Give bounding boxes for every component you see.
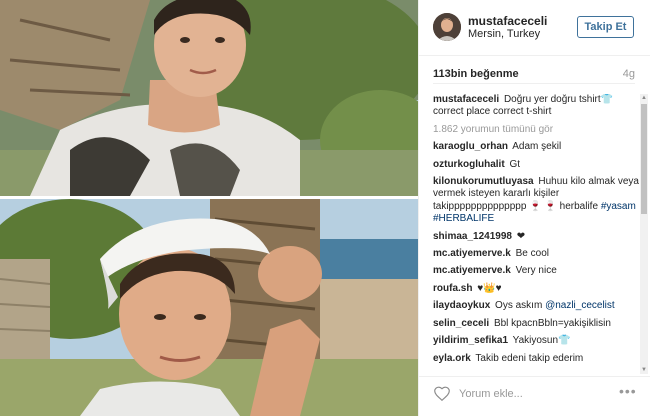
mention-link[interactable]: @nazli_cecelist xyxy=(545,300,615,311)
comment-username[interactable]: selin_ceceli xyxy=(433,318,489,329)
comment-username[interactable]: yildirim_sefika1 xyxy=(433,335,508,346)
post-time[interactable]: 4g xyxy=(623,68,635,80)
comment-username[interactable]: eyla.ork xyxy=(433,353,471,364)
likes-count[interactable]: 113bin beğenme xyxy=(433,68,519,80)
comment-text: Adam şekil xyxy=(512,141,562,153)
comment-text: Takib edeni takip ederim xyxy=(475,352,584,364)
post-side-panel: mustafaceceli Mersin, Turkey Takip Et 11… xyxy=(418,0,650,416)
comment-username[interactable]: mc.atiyemerve.k xyxy=(433,248,511,259)
avatar[interactable] xyxy=(433,13,461,41)
comment-text: Gt xyxy=(509,158,521,170)
list-item: eyla.ork Takib edeni takip ederim xyxy=(433,353,641,365)
comment-text: Bbl kpacnBbln=yakişiklisin xyxy=(493,317,611,329)
list-item: ozturkogluhalit Gt xyxy=(433,159,641,171)
comment-username[interactable]: ilaydaoykux xyxy=(433,300,490,311)
comment-username[interactable]: karaoglu_orhan xyxy=(433,141,508,152)
scroll-down-arrow-icon[interactable]: ▼ xyxy=(640,366,648,374)
post-photo-bottom[interactable] xyxy=(0,199,418,416)
list-item: selin_ceceli Bbl kpacnBbln=yakişiklisin xyxy=(433,318,641,330)
list-item: roufa.sh ♥👑♥ xyxy=(433,283,641,295)
list-item: karaoglu_orhan Adam şekil xyxy=(433,141,641,153)
scroll-thumb[interactable] xyxy=(641,104,647,214)
follow-button[interactable]: Takip Et xyxy=(577,16,634,38)
comment-username[interactable]: kilonukorumutluyasa xyxy=(433,176,534,187)
comment-input[interactable] xyxy=(459,386,609,402)
post-location[interactable]: Mersin, Turkey xyxy=(468,28,540,40)
view-all-comments-link[interactable]: 1.862 yorumun tümünü gör xyxy=(433,124,641,136)
list-item: mc.atiyemerve.k Be cool xyxy=(433,248,641,260)
post-header: mustafaceceli Mersin, Turkey Takip Et xyxy=(419,0,650,56)
list-item: shimaa_1241998 ❤ xyxy=(433,231,641,243)
comment-username[interactable]: shimaa_1241998 xyxy=(433,231,512,242)
list-item: mc.atiyemerve.k Very nice xyxy=(433,265,641,277)
caption: mustafaceceli Doğru yer doğru tshirt👕 co… xyxy=(433,94,641,119)
comment-username[interactable]: roufa.sh xyxy=(433,283,472,294)
list-item: ilaydaoykux Oys askım @nazli_cecelist xyxy=(433,300,641,312)
comment-text: Be cool xyxy=(515,248,549,260)
comment-text: ❤ xyxy=(516,230,526,242)
heart-icon[interactable] xyxy=(433,385,451,401)
comment-username[interactable]: mc.atiyemerve.k xyxy=(433,265,511,276)
likes-row: 113bin beğenme 4g xyxy=(433,64,635,84)
comments-list[interactable]: mustafaceceli Doğru yer doğru tshirt👕 co… xyxy=(433,94,641,374)
post-photo-area[interactable] xyxy=(0,0,418,416)
list-item: yildirim_sefika1 Yakiyosun👕 xyxy=(433,335,641,347)
list-item: kilonukorumutluyasa Huhuu kilo almak vey… xyxy=(433,176,641,226)
scroll-up-arrow-icon[interactable]: ▲ xyxy=(640,94,648,102)
post-photo-top[interactable] xyxy=(0,0,418,196)
comments-scrollbar[interactable]: ▲ ▼ xyxy=(640,94,648,374)
caption-username[interactable]: mustafaceceli xyxy=(433,94,499,105)
comment-username[interactable]: ozturkogluhalit xyxy=(433,159,505,170)
more-options-icon[interactable]: ••• xyxy=(619,383,637,399)
comment-text: Very nice xyxy=(515,265,557,277)
comment-text: Oys askım xyxy=(495,300,543,312)
comment-text: ♥👑♥ xyxy=(477,282,502,294)
post-username[interactable]: mustafaceceli xyxy=(468,14,547,28)
post-footer: ••• xyxy=(419,376,650,416)
comment-text: Yakiyosun👕 xyxy=(512,335,571,347)
